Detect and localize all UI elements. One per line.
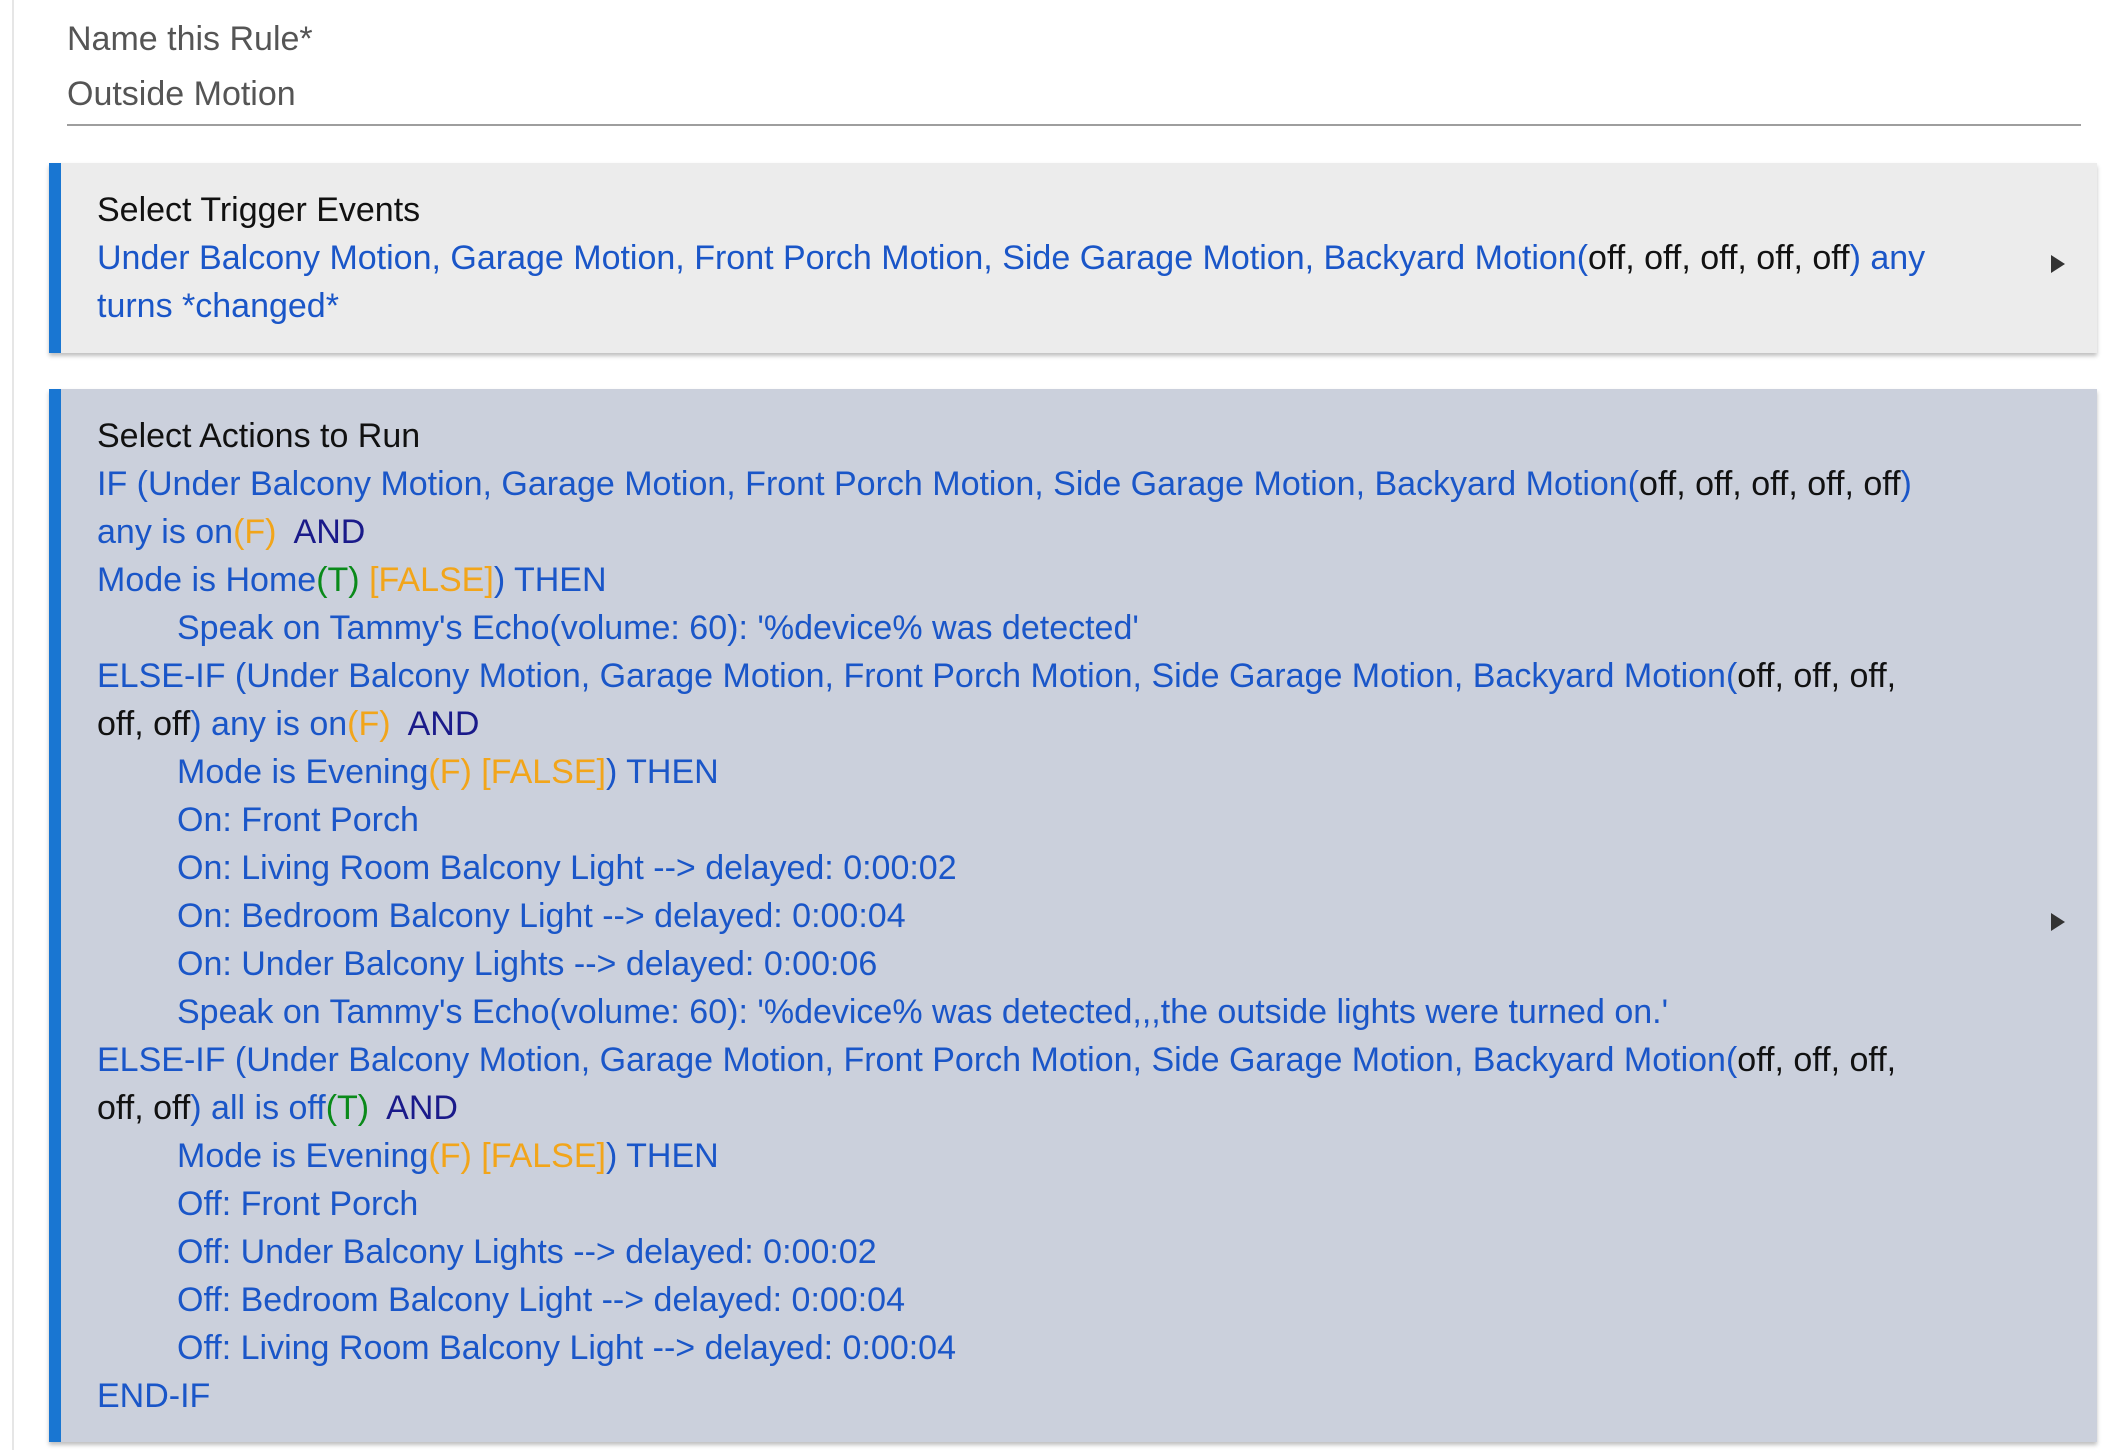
elseif2-device-states-2: off, off xyxy=(97,1089,191,1127)
elseif1-overall-false: [FALSE] xyxy=(481,753,606,791)
elseif1-action: On: Under Balcony Lights --> delayed: 0:… xyxy=(177,945,878,983)
elseif1-devices: ELSE-IF (Under Balcony Motion, Garage Mo… xyxy=(97,657,1738,695)
elseif1-any-is-on: ) any is on xyxy=(190,705,348,743)
if-then: ) THEN xyxy=(493,561,607,599)
elseif1-mode-evening: Mode is Evening xyxy=(177,753,429,791)
elseif2-all-is-off: ) all is off xyxy=(190,1089,326,1127)
elseif1-condition-line-2: off, off) any is on(F) AND xyxy=(97,700,2057,748)
if-any-is-on: any is on xyxy=(97,513,234,551)
trigger-device-states: off, off, off, off, off xyxy=(1588,239,1850,277)
if-condition-line-3: Mode is Home(T) [FALSE]) THEN xyxy=(97,556,2057,604)
actions-panel-title: Select Actions to Run xyxy=(97,417,421,455)
end-if-line: END-IF xyxy=(97,1377,211,1415)
elseif2-condition-line-3: Mode is Evening(F) [FALSE]) THEN xyxy=(97,1132,2057,1180)
rule-name-field: Name this Rule* xyxy=(67,14,2081,126)
triangle-right-icon[interactable] xyxy=(2051,255,2065,273)
elseif2-condition-line-2: off, off) all is off(T) AND xyxy=(97,1084,2057,1132)
if-overall-false: [FALSE] xyxy=(369,561,494,599)
elseif1-action: On: Bedroom Balcony Light --> delayed: 0… xyxy=(177,897,906,935)
elseif2-action: Off: Living Room Balcony Light --> delay… xyxy=(177,1329,956,1367)
select-trigger-events-panel[interactable]: Select Trigger Events Under Balcony Moti… xyxy=(49,163,2097,353)
select-actions-panel[interactable]: Select Actions to Run IF (Under Balcony … xyxy=(49,389,2097,1442)
trigger-summary: Select Trigger Events Under Balcony Moti… xyxy=(97,186,2057,330)
elseif1-and-operator: AND xyxy=(407,705,480,743)
elseif2-device-states: off, off, off, xyxy=(1737,1041,1897,1079)
if-paren: ) xyxy=(1900,465,1912,503)
elseif2-devices: ELSE-IF (Under Balcony Motion, Garage Mo… xyxy=(97,1041,1738,1079)
trigger-condition: ) any xyxy=(1849,239,1926,277)
trigger-panel-title: Select Trigger Events xyxy=(97,191,421,229)
elseif1-condition-line: ELSE-IF (Under Balcony Motion, Garage Mo… xyxy=(97,652,2057,700)
elseif1-action: Speak on Tammy's Echo(volume: 60): '%dev… xyxy=(177,993,1669,1031)
elseif2-action: Off: Front Porch xyxy=(177,1185,419,1223)
if-device-states: off, off, off, off, off xyxy=(1639,465,1901,503)
elseif1-action: On: Front Porch xyxy=(177,801,419,839)
rule-name-input[interactable] xyxy=(67,64,2081,126)
if-mode-home: Mode is Home xyxy=(97,561,317,599)
elseif1-action: On: Living Room Balcony Light --> delaye… xyxy=(177,849,957,887)
trigger-line-1: Under Balcony Motion, Garage Motion, Fro… xyxy=(97,234,2057,282)
elseif2-overall-false: [FALSE] xyxy=(481,1137,606,1175)
elseif1-then: ) THEN xyxy=(605,753,719,791)
elseif2-and-operator: AND xyxy=(386,1089,458,1127)
triangle-right-icon[interactable] xyxy=(2051,913,2065,931)
if-result-false: (F) xyxy=(233,513,277,551)
if-condition-line-2: any is on(F) AND xyxy=(97,508,2057,556)
if-condition-line: IF (Under Balcony Motion, Garage Motion,… xyxy=(97,460,2057,508)
trigger-line-2: turns *changed* xyxy=(97,287,339,325)
actions-summary: Select Actions to Run IF (Under Balcony … xyxy=(97,412,2057,1420)
if-action-speak: Speak on Tammy's Echo(volume: 60): '%dev… xyxy=(177,609,1139,647)
elseif1-device-states: off, off, off, xyxy=(1737,657,1897,695)
if-and-operator: AND xyxy=(293,513,366,551)
if-mode-result-true: (T) xyxy=(316,561,360,599)
elseif2-mode-result-false: (F) xyxy=(428,1137,472,1175)
elseif2-then: ) THEN xyxy=(605,1137,719,1175)
elseif2-condition-line: ELSE-IF (Under Balcony Motion, Garage Mo… xyxy=(97,1036,2057,1084)
rule-name-label: Name this Rule* xyxy=(67,20,313,58)
if-devices: IF (Under Balcony Motion, Garage Motion,… xyxy=(97,465,1640,503)
elseif2-mode-evening: Mode is Evening xyxy=(177,1137,429,1175)
elseif2-action: Off: Under Balcony Lights --> delayed: 0… xyxy=(177,1233,877,1271)
elseif1-result-false: (F) xyxy=(347,705,391,743)
elseif2-result-true: (T) xyxy=(325,1089,370,1127)
elseif1-condition-line-3: Mode is Evening(F) [FALSE]) THEN xyxy=(97,748,2057,796)
trigger-devices: Under Balcony Motion, Garage Motion, Fro… xyxy=(97,239,1589,277)
elseif1-device-states-2: off, off xyxy=(97,705,191,743)
page-left-border xyxy=(12,0,14,1450)
elseif1-mode-result-false: (F) xyxy=(428,753,472,791)
elseif2-action: Off: Bedroom Balcony Light --> delayed: … xyxy=(177,1281,905,1319)
